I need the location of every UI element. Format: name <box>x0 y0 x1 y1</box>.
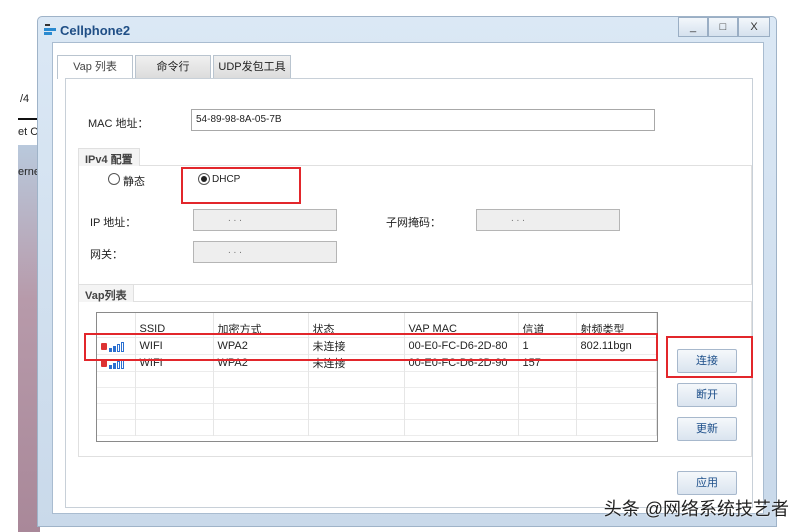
maximize-button[interactable]: □ <box>708 17 738 37</box>
gateway-dots: . . . <box>228 245 242 256</box>
tab-udp-tool[interactable]: UDP发包工具 <box>213 55 291 78</box>
connect-highlight-box <box>666 336 753 378</box>
minimize-button[interactable]: _ <box>678 17 708 37</box>
watermark: 头条 @网络系统技艺者 <box>603 499 789 519</box>
mac-label: MAC 地址： <box>88 118 149 130</box>
background-text: /4 <box>20 93 30 105</box>
dhcp-highlight-box <box>181 167 301 204</box>
static-label: 静态 <box>123 176 145 188</box>
gateway-label: 网关： <box>90 249 123 261</box>
apply-button[interactable]: 应用 <box>677 471 737 495</box>
vap-tab-panel: MAC 地址： 54-89-98-8A-05-7B IPv4 配置 静态 DHC… <box>65 78 753 508</box>
ipv4-group-title: IPv4 配置 <box>78 148 140 166</box>
vap-group-title: Vap列表 <box>78 284 134 302</box>
subnet-mask-field[interactable]: . . . <box>476 209 620 231</box>
cellphone-window: Cellphone2 _ □ X Vap 列表 命令行 UDP发包工具 MAC … <box>37 16 777 527</box>
ip-address-field[interactable]: . . . <box>193 209 337 231</box>
disconnect-button[interactable]: 断开 <box>677 383 737 407</box>
static-radio[interactable] <box>108 173 120 185</box>
background-line <box>18 118 38 120</box>
window-title: Cellphone2 <box>60 23 131 38</box>
gateway-field[interactable]: . . . <box>193 241 337 263</box>
mask-dots: . . . <box>511 213 525 224</box>
tab-command-line[interactable]: 命令行 <box>135 55 211 78</box>
ip-dots: . . . <box>228 213 242 224</box>
app-icon <box>44 24 56 35</box>
vap-table: SSID 加密方式 状态 VAP MAC 信道 射频类型 WIFI WPA2 未… <box>96 312 658 442</box>
subnet-mask-label: 子网掩码： <box>386 217 441 229</box>
close-button[interactable]: X <box>738 17 770 37</box>
tab-vap-list[interactable]: Vap 列表 <box>57 55 133 79</box>
refresh-button[interactable]: 更新 <box>677 417 737 441</box>
ip-address-label: IP 地址： <box>90 217 137 229</box>
mac-address-field[interactable]: 54-89-98-8A-05-7B <box>191 109 655 131</box>
row-highlight-box <box>84 333 658 361</box>
background-text: et C <box>18 126 39 138</box>
client-area: Vap 列表 命令行 UDP发包工具 MAC 地址： 54-89-98-8A-0… <box>52 42 764 514</box>
